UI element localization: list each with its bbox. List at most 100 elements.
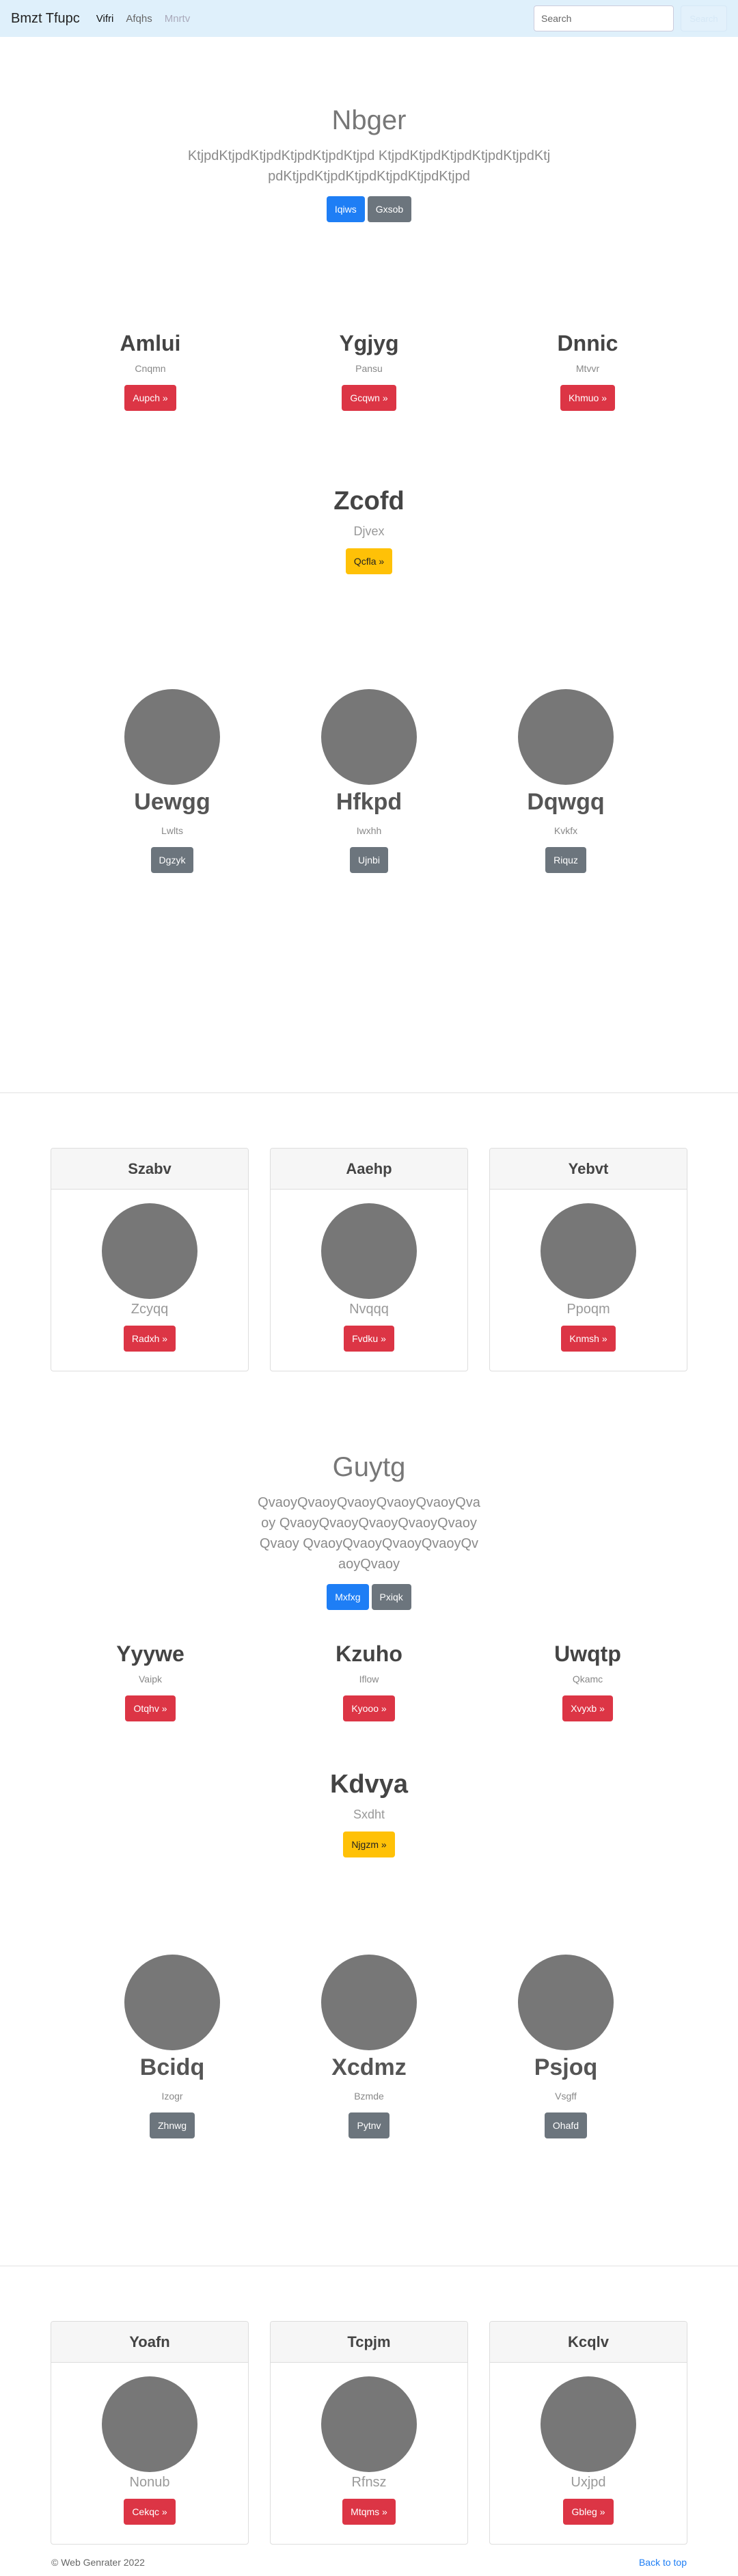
card: Szabv Zcyqq Radxh » <box>51 1148 249 1371</box>
card-button[interactable]: Radxh » <box>123 1326 176 1352</box>
image-column: Xcdmz Bzmde Pytnv <box>271 1955 467 2266</box>
hero-buttons: Iqiws Gxsob <box>0 196 738 222</box>
feature-title: Dnnic <box>557 331 618 355</box>
placeholder-image <box>541 2376 636 2472</box>
placeholder-image <box>124 689 220 785</box>
card-header: Tcpjm <box>271 2322 467 2363</box>
card: Yebvt Ppoqm Knmsh » <box>489 1148 687 1371</box>
feature-column: Dnnic Mtvvr Khmuo » <box>478 331 697 447</box>
image-column-text: Bzmde <box>354 2091 384 2102</box>
callout-section-1: Zcofd Djvex Qcfla » <box>0 447 738 648</box>
feature-columns-1: Amlui Cnqmn Aupch » Ygjyg Pansu Gcqwn » … <box>0 269 738 447</box>
nav-link-2[interactable]: Afqhs <box>126 13 152 25</box>
navbar-search-form: Search <box>534 5 727 31</box>
card-button[interactable]: Fvdku » <box>344 1326 394 1352</box>
feature-title: Uwqtp <box>554 1641 621 1666</box>
feature-title: Ygjyg <box>339 331 399 355</box>
card-header: Yoafn <box>51 2322 248 2363</box>
image-column-button[interactable]: Pytnv <box>348 2112 390 2138</box>
hero-primary-button[interactable]: Iqiws <box>326 196 365 222</box>
image-column: Dqwgq Kvkfx Riquz <box>467 689 664 1092</box>
feature-button[interactable]: Otqhv » <box>125 1695 176 1721</box>
hero-text: KtjpdKtjpdKtjpdKtjpdKtjpdKtjpd KtjpdKtjp… <box>187 148 551 184</box>
card-text: Nvqqq <box>349 1302 389 1317</box>
card-button[interactable]: Cekqc » <box>124 2499 176 2525</box>
feature-column: Uwqtp Qkamc Xvyxb » <box>478 1641 697 1756</box>
image-column: Uewgg Lwlts Dgzyk <box>74 689 271 1092</box>
callout-section-2: Kdvya Sxdht Njgzm » <box>0 1756 738 1955</box>
hero-secondary-button[interactable]: Gxsob <box>367 196 412 222</box>
nav-link-3[interactable]: Mnrtv <box>165 13 191 25</box>
card-header: Yebvt <box>490 1149 687 1190</box>
feature-button[interactable]: Xvyxb » <box>562 1695 613 1721</box>
card: Aaehp Nvqqq Fvdku » <box>270 1148 468 1371</box>
feature-columns-2: Yyywe Vaipk Otqhv » Kzuho Iflow Kyooo » … <box>0 1606 738 1756</box>
image-column-button[interactable]: Ohafd <box>544 2112 588 2138</box>
card-header: Aaehp <box>271 1149 467 1190</box>
feature-title: Amlui <box>120 331 181 355</box>
hero-title: Guytg <box>332 1452 406 1482</box>
back-to-top-link[interactable]: Back to top <box>639 2557 687 2568</box>
hero-section-1: Nbger KtjpdKtjpdKtjpdKtjpdKtjpdKtjpd Ktj… <box>0 37 738 269</box>
card-button[interactable]: Mtqms » <box>342 2499 396 2525</box>
card-section-1: Szabv Zcyqq Radxh » Aaehp Nvqqq Fvdku » … <box>0 1093 738 1401</box>
image-column-title: Dqwgq <box>527 789 605 815</box>
feature-button[interactable]: Gcqwn » <box>342 385 396 411</box>
search-input[interactable] <box>534 5 674 31</box>
card-section-2: Yoafn Nonub Cekqc » Tcpjm Rfnsz Mtqms » … <box>0 2266 738 2549</box>
image-column-title: Uewgg <box>134 789 210 815</box>
image-column-button[interactable]: Dgzyk <box>150 847 194 873</box>
nav-link-1[interactable]: Vifri <box>96 13 114 25</box>
navbar-brand[interactable]: Bmzt Tfupc <box>11 11 80 27</box>
image-column: Psjoq Vsgff Ohafd <box>467 1955 664 2266</box>
image-column-text: Lwlts <box>161 825 183 836</box>
feature-column: Yyywe Vaipk Otqhv » <box>41 1641 260 1756</box>
feature-text: Vaipk <box>139 1674 162 1685</box>
footer-copyright: © Web Genrater 2022 <box>51 2557 145 2568</box>
image-column: Hfkpd Iwxhh Ujnbi <box>271 689 467 1092</box>
placeholder-image <box>541 1203 636 1299</box>
image-column-title: Psjoq <box>534 2054 598 2080</box>
hero-section-2: Guytg QvaoyQvaoyQvaoyQvaoyQvaoyQvaoy Qva… <box>0 1401 738 1610</box>
image-columns-2: Bcidq Izogr Zhnwg Xcdmz Bzmde Pytnv Psjo… <box>0 1955 738 2266</box>
card: Yoafn Nonub Cekqc » <box>51 2321 249 2545</box>
placeholder-image <box>321 1955 417 2050</box>
card-text: Uxjpd <box>571 2475 606 2490</box>
feature-text: Mtvvr <box>575 363 600 374</box>
callout-text: Djvex <box>353 524 385 538</box>
image-column-button[interactable]: Zhnwg <box>149 2112 195 2138</box>
feature-text: Iflow <box>359 1674 379 1685</box>
feature-button[interactable]: Khmuo » <box>560 385 616 411</box>
feature-column: Kzuho Iflow Kyooo » <box>260 1641 478 1756</box>
placeholder-image <box>321 2376 417 2472</box>
image-column-title: Hfkpd <box>336 789 402 815</box>
feature-button[interactable]: Kyooo » <box>343 1695 395 1721</box>
card-button[interactable]: Gbleg » <box>563 2499 614 2525</box>
callout-text: Sxdht <box>353 1808 385 1821</box>
hero-text: QvaoyQvaoyQvaoyQvaoyQvaoyQvaoy QvaoyQvao… <box>258 1495 480 1572</box>
footer: © Web Genrater 2022 Back to top <box>0 2549 738 2576</box>
image-column-button[interactable]: Riquz <box>545 847 586 873</box>
image-column-button[interactable]: Ujnbi <box>350 847 388 873</box>
image-column-text: Vsgff <box>555 2091 577 2102</box>
callout-title: Kdvya <box>329 1770 409 1799</box>
feature-text: Cnqmn <box>135 363 166 374</box>
image-column-title: Bcidq <box>139 2054 205 2080</box>
feature-button[interactable]: Aupch » <box>124 385 176 411</box>
card: Tcpjm Rfnsz Mtqms » <box>270 2321 468 2545</box>
card-text: Rfnsz <box>351 2475 387 2490</box>
card: Kcqlv Uxjpd Gbleg » <box>489 2321 687 2545</box>
placeholder-image <box>321 689 417 785</box>
card-button[interactable]: Knmsh » <box>561 1326 616 1352</box>
card-text: Zcyqq <box>131 1302 169 1317</box>
callout-button[interactable]: Qcfla » <box>345 548 393 574</box>
placeholder-image <box>321 1203 417 1299</box>
image-column-title: Xcdmz <box>331 2054 407 2080</box>
image-column: Bcidq Izogr Zhnwg <box>74 1955 271 2266</box>
feature-title: Yyywe <box>116 1641 184 1666</box>
placeholder-image <box>518 1955 614 2050</box>
placeholder-image <box>518 689 614 785</box>
placeholder-image <box>102 2376 197 2472</box>
callout-button[interactable]: Njgzm » <box>343 1832 395 1857</box>
search-button[interactable]: Search <box>681 5 727 31</box>
